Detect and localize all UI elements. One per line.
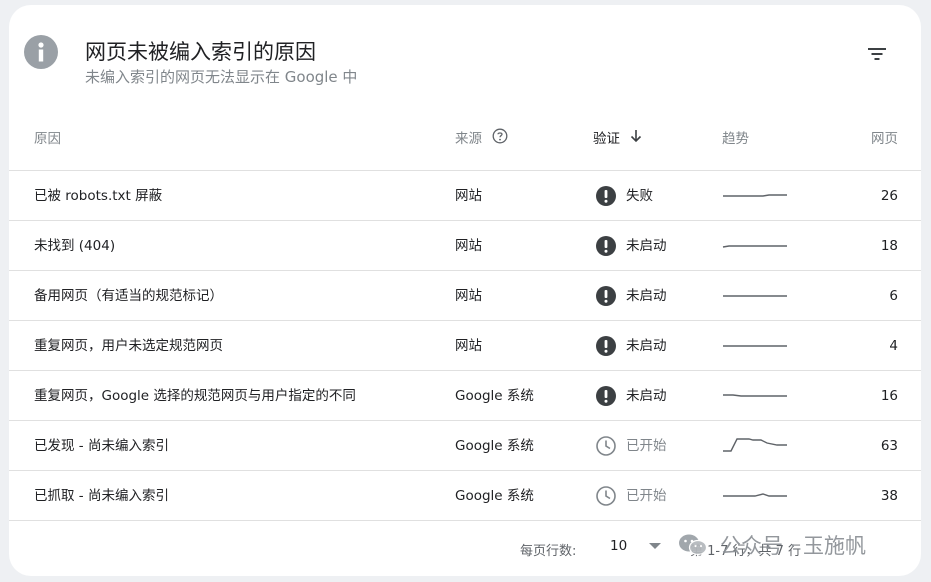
status-label: 已开始 [626,488,667,504]
column-header-trend: 趋势 [722,131,749,147]
row-trend-sparkline [721,285,789,307]
error-icon [595,335,617,357]
chevron-down-icon [649,543,662,549]
row-pages-count: 38 [880,488,898,504]
status-label: 已开始 [626,438,667,454]
row-pages-count: 26 [880,188,898,204]
table-row[interactable]: 重复网页，Google 选择的规范网页与用户指定的不同 Google 系统 未启动 1… [9,371,921,421]
watermark-text: 公众号 · 玉施帆 [720,534,867,558]
column-header-reason[interactable]: 原因 [34,127,61,147]
row-trend-sparkline [721,485,789,507]
row-pages-count: 16 [880,388,898,404]
row-reason[interactable]: 已发现 - 尚未编入索引 [34,421,169,471]
row-source: Google 系统 [455,438,534,454]
sparkline-path [723,394,787,397]
row-verify-status: 未启动 [595,221,667,271]
error-icon [595,235,617,257]
sparkline-path [723,438,787,452]
row-reason[interactable]: 已抓取 - 尚未编入索引 [34,471,169,521]
table-row[interactable]: 已发现 - 尚未编入索引 Google 系统 已开始 63 [9,421,921,471]
status-label: 未启动 [626,338,667,354]
error-icon [595,285,617,307]
error-icon [595,185,617,207]
row-reason[interactable]: 重复网页，Google 选择的规范网页与用户指定的不同 [34,371,356,421]
table-bottom-divider [9,520,921,521]
info-icon [24,35,58,69]
status-label: 未启动 [626,288,667,304]
column-header-pages[interactable]: 网页 [871,127,898,147]
row-pages-count: 6 [889,288,898,304]
row-source: 网站 [455,188,482,204]
row-pages-count: 63 [880,438,898,454]
row-reason[interactable]: 已被 robots.txt 屏蔽 [34,171,162,221]
row-source: 网站 [455,238,482,254]
table-row[interactable]: 未找到 (404) 网站 未启动 18 [9,221,921,271]
column-header-verify[interactable]: 验证 [593,127,642,147]
status-label: 失败 [626,188,653,204]
row-source: Google 系统 [455,488,534,504]
row-reason[interactable]: 备用网页（有适当的规范标记） [34,271,223,321]
row-verify-status: 未启动 [595,321,667,371]
row-source: Google 系统 [455,388,534,404]
rows-per-page-label: 每页行数: [520,544,577,559]
wechat-icon [679,534,708,556]
card-subtitle: 未编入索引的网页无法显示在 Google 中 [85,68,358,86]
row-source: 网站 [455,288,482,304]
clock-icon [595,485,617,507]
error-icon [595,385,617,407]
sparkline-path [722,245,787,248]
row-verify-status: 失败 [595,171,653,221]
row-trend-sparkline [721,435,789,457]
sparkline-path [723,194,787,197]
column-header-source-label: 来源 [455,131,482,147]
rows-per-page-select[interactable]: 10 [610,538,662,554]
row-pages-count: 4 [889,338,898,354]
row-pages-count: 18 [880,238,898,254]
sort-down-arrow-icon[interactable] [630,129,642,147]
filter-icon[interactable] [866,44,888,64]
row-verify-status: 已开始 [595,421,667,471]
watermark: 公众号 · 玉施帆 [678,530,866,560]
help-icon[interactable] [492,128,508,148]
table-row[interactable]: 已被 robots.txt 屏蔽 网站 失败 26 [9,171,921,221]
table-row[interactable]: 重复网页，用户未选定规范网页 网站 未启动 4 [9,321,921,371]
status-label: 未启动 [626,388,667,404]
column-header-source[interactable]: 来源 [455,127,508,148]
sparkline-path [723,493,787,497]
table-row[interactable]: 备用网页（有适当的规范标记） 网站 未启动 6 [9,271,921,321]
table-row[interactable]: 已抓取 - 尚未编入索引 Google 系统 已开始 38 [9,471,921,521]
rows-per-page-value: 10 [610,538,628,554]
row-source: 网站 [455,338,482,354]
row-verify-status: 未启动 [595,371,667,421]
row-verify-status: 已开始 [595,471,667,521]
row-trend-sparkline [721,185,789,207]
card-title: 网页未被编入索引的原因 [85,40,316,64]
clock-icon [595,435,617,457]
row-reason[interactable]: 重复网页，用户未选定规范网页 [34,321,223,371]
column-header-verify-label: 验证 [593,131,620,147]
row-trend-sparkline [721,385,789,407]
status-label: 未启动 [626,238,667,254]
row-trend-sparkline [721,235,789,257]
row-trend-sparkline [721,335,789,357]
row-reason[interactable]: 未找到 (404) [34,221,115,271]
row-verify-status: 未启动 [595,271,667,321]
